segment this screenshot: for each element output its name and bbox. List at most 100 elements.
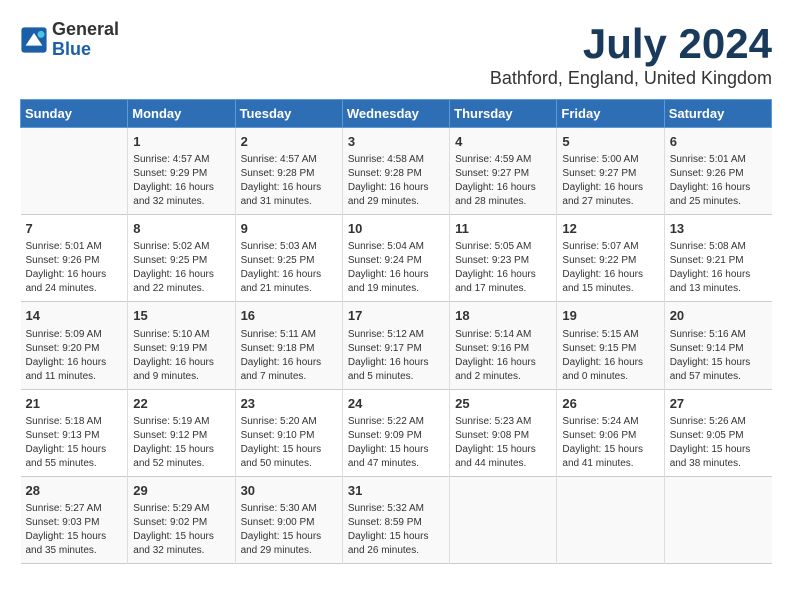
day-info: Sunrise: 4:57 AM Sunset: 9:29 PM Dayligh… (133, 153, 229, 209)
day-info: Sunrise: 5:02 AM Sunset: 9:25 PM Dayligh… (133, 240, 229, 296)
calendar-cell: 16 Sunrise: 5:11 AM Sunset: 9:18 PM Dayli… (235, 302, 342, 389)
day-number: 24 (348, 395, 444, 413)
calendar-cell: 21 Sunrise: 5:18 AM Sunset: 9:13 PM Dayli… (21, 389, 128, 476)
calendar-header-row: SundayMondayTuesdayWednesdayThursdayFrid… (21, 100, 772, 128)
day-info: Sunrise: 5:16 AM Sunset: 9:14 PM Dayligh… (670, 328, 767, 384)
day-info: Sunrise: 5:12 AM Sunset: 9:17 PM Dayligh… (348, 328, 444, 384)
day-number: 11 (455, 220, 551, 238)
day-info: Sunrise: 5:14 AM Sunset: 9:16 PM Dayligh… (455, 328, 551, 384)
calendar-cell: 23 Sunrise: 5:20 AM Sunset: 9:10 PM Dayli… (235, 389, 342, 476)
day-number: 17 (348, 307, 444, 325)
day-info: Sunrise: 5:11 AM Sunset: 9:18 PM Dayligh… (241, 328, 337, 384)
day-info: Sunrise: 4:57 AM Sunset: 9:28 PM Dayligh… (241, 153, 337, 209)
day-info: Sunrise: 4:58 AM Sunset: 9:28 PM Dayligh… (348, 153, 444, 209)
calendar-cell: 9Sunrise: 5:03 AM Sunset: 9:25 PM Daylig… (235, 215, 342, 302)
month-title: July 2024 (490, 20, 772, 68)
calendar-week-row: 21 Sunrise: 5:18 AM Sunset: 9:13 PM Dayli… (21, 389, 772, 476)
day-number: 22 (133, 395, 229, 413)
calendar-cell: 4 Sunrise: 4:59 AM Sunset: 9:27 PM Daylig… (450, 128, 557, 215)
logo-general: General (52, 20, 119, 40)
calendar-cell: 24 Sunrise: 5:22 AM Sunset: 9:09 PM Dayli… (342, 389, 449, 476)
calendar-week-row: 28 Sunrise: 5:27 AM Sunset: 9:03 PM Dayli… (21, 476, 772, 563)
calendar-week-row: 1 Sunrise: 4:57 AM Sunset: 9:29 PM Daylig… (21, 128, 772, 215)
calendar-cell: 10Sunrise: 5:04 AM Sunset: 9:24 PM Dayli… (342, 215, 449, 302)
day-info: Sunrise: 4:59 AM Sunset: 9:27 PM Dayligh… (455, 153, 551, 209)
day-number: 28 (26, 482, 123, 500)
location-title: Bathford, England, United Kingdom (490, 68, 772, 89)
day-info: Sunrise: 5:01 AM Sunset: 9:26 PM Dayligh… (26, 240, 123, 296)
day-number: 21 (26, 395, 123, 413)
calendar-cell: 13 Sunrise: 5:08 AM Sunset: 9:21 PM Dayli… (664, 215, 771, 302)
calendar-cell: 30 Sunrise: 5:30 AM Sunset: 9:00 PM Dayli… (235, 476, 342, 563)
day-info: Sunrise: 5:20 AM Sunset: 9:10 PM Dayligh… (241, 415, 337, 471)
calendar-header-friday: Friday (557, 100, 664, 128)
day-info: Sunrise: 5:07 AM Sunset: 9:22 PM Dayligh… (562, 240, 658, 296)
day-info: Sunrise: 5:01 AM Sunset: 9:26 PM Dayligh… (670, 153, 767, 209)
day-info: Sunrise: 5:08 AM Sunset: 9:21 PM Dayligh… (670, 240, 767, 296)
day-number: 16 (241, 307, 337, 325)
calendar-cell: 22 Sunrise: 5:19 AM Sunset: 9:12 PM Dayli… (128, 389, 235, 476)
calendar-header-wednesday: Wednesday (342, 100, 449, 128)
calendar-cell: 26Sunrise: 5:24 AM Sunset: 9:06 PM Dayli… (557, 389, 664, 476)
day-info: Sunrise: 5:00 AM Sunset: 9:27 PM Dayligh… (562, 153, 658, 209)
calendar-cell: 20 Sunrise: 5:16 AM Sunset: 9:14 PM Dayli… (664, 302, 771, 389)
day-number: 15 (133, 307, 229, 325)
calendar-header-tuesday: Tuesday (235, 100, 342, 128)
day-number: 13 (670, 220, 767, 238)
day-info: Sunrise: 5:09 AM Sunset: 9:20 PM Dayligh… (26, 328, 123, 384)
calendar-cell: 18 Sunrise: 5:14 AM Sunset: 9:16 PM Dayli… (450, 302, 557, 389)
day-number: 26 (562, 395, 658, 413)
day-info: Sunrise: 5:15 AM Sunset: 9:15 PM Dayligh… (562, 328, 658, 384)
calendar-week-row: 14Sunrise: 5:09 AM Sunset: 9:20 PM Dayli… (21, 302, 772, 389)
day-number: 31 (348, 482, 444, 500)
calendar-cell (450, 476, 557, 563)
calendar-week-row: 7 Sunrise: 5:01 AM Sunset: 9:26 PM Daylig… (21, 215, 772, 302)
day-info: Sunrise: 5:18 AM Sunset: 9:13 PM Dayligh… (26, 415, 123, 471)
day-number: 19 (562, 307, 658, 325)
logo-text: General Blue (52, 20, 119, 60)
calendar-cell: 2Sunrise: 4:57 AM Sunset: 9:28 PM Daylig… (235, 128, 342, 215)
calendar-cell: 5 Sunrise: 5:00 AM Sunset: 9:27 PM Daylig… (557, 128, 664, 215)
page-header: General Blue July 2024 Bathford, England… (20, 20, 772, 89)
calendar-header-thursday: Thursday (450, 100, 557, 128)
day-number: 18 (455, 307, 551, 325)
calendar-cell: 8 Sunrise: 5:02 AM Sunset: 9:25 PM Daylig… (128, 215, 235, 302)
calendar-cell: 28 Sunrise: 5:27 AM Sunset: 9:03 PM Dayli… (21, 476, 128, 563)
day-number: 5 (562, 133, 658, 151)
day-info: Sunrise: 5:30 AM Sunset: 9:00 PM Dayligh… (241, 502, 337, 558)
day-number: 3 (348, 133, 444, 151)
calendar-header-sunday: Sunday (21, 100, 128, 128)
day-number: 23 (241, 395, 337, 413)
calendar-cell: 6Sunrise: 5:01 AM Sunset: 9:26 PM Daylig… (664, 128, 771, 215)
day-info: Sunrise: 5:04 AM Sunset: 9:24 PM Dayligh… (348, 240, 444, 296)
logo: General Blue (20, 20, 119, 60)
calendar-cell: 15Sunrise: 5:10 AM Sunset: 9:19 PM Dayli… (128, 302, 235, 389)
day-number: 1 (133, 133, 229, 151)
calendar-cell: 17 Sunrise: 5:12 AM Sunset: 9:17 PM Dayli… (342, 302, 449, 389)
calendar-cell: 12 Sunrise: 5:07 AM Sunset: 9:22 PM Dayli… (557, 215, 664, 302)
calendar-cell: 1 Sunrise: 4:57 AM Sunset: 9:29 PM Daylig… (128, 128, 235, 215)
day-info: Sunrise: 5:27 AM Sunset: 9:03 PM Dayligh… (26, 502, 123, 558)
day-number: 7 (26, 220, 123, 238)
day-number: 12 (562, 220, 658, 238)
calendar-cell (21, 128, 128, 215)
day-number: 9 (241, 220, 337, 238)
day-info: Sunrise: 5:22 AM Sunset: 9:09 PM Dayligh… (348, 415, 444, 471)
day-info: Sunrise: 5:19 AM Sunset: 9:12 PM Dayligh… (133, 415, 229, 471)
day-info: Sunrise: 5:26 AM Sunset: 9:05 PM Dayligh… (670, 415, 767, 471)
day-number: 30 (241, 482, 337, 500)
day-info: Sunrise: 5:05 AM Sunset: 9:23 PM Dayligh… (455, 240, 551, 296)
day-number: 20 (670, 307, 767, 325)
calendar-cell: 14Sunrise: 5:09 AM Sunset: 9:20 PM Dayli… (21, 302, 128, 389)
calendar-cell: 29Sunrise: 5:29 AM Sunset: 9:02 PM Dayli… (128, 476, 235, 563)
calendar-cell (557, 476, 664, 563)
day-info: Sunrise: 5:23 AM Sunset: 9:08 PM Dayligh… (455, 415, 551, 471)
calendar-cell (664, 476, 771, 563)
day-number: 8 (133, 220, 229, 238)
day-number: 4 (455, 133, 551, 151)
calendar-header-saturday: Saturday (664, 100, 771, 128)
day-number: 29 (133, 482, 229, 500)
day-info: Sunrise: 5:32 AM Sunset: 8:59 PM Dayligh… (348, 502, 444, 558)
calendar-cell: 25Sunrise: 5:23 AM Sunset: 9:08 PM Dayli… (450, 389, 557, 476)
calendar-cell: 7 Sunrise: 5:01 AM Sunset: 9:26 PM Daylig… (21, 215, 128, 302)
